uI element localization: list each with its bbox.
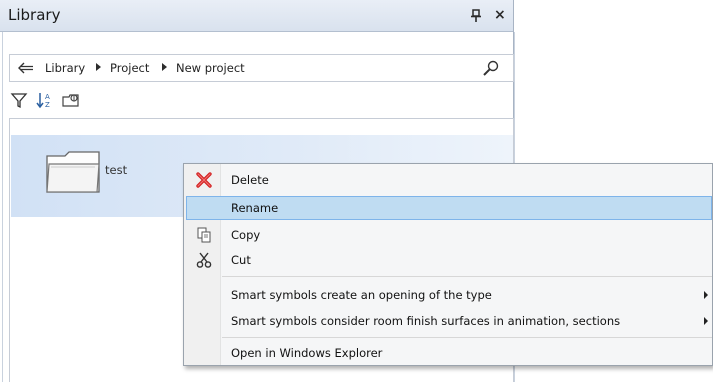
panel-title: Library <box>8 6 61 24</box>
menu-item-copy[interactable]: Copy <box>186 223 712 247</box>
menu-separator <box>222 276 712 277</box>
menu-item-label: Copy <box>231 228 261 242</box>
menu-item-label: Delete <box>231 173 269 187</box>
pin-icon[interactable] <box>470 9 482 23</box>
breadcrumb-item-new-project[interactable]: New project <box>176 61 245 75</box>
menu-separator <box>222 337 712 338</box>
menu-item-cut[interactable]: Cut <box>186 248 712 272</box>
library-toolbar: A Z <box>9 88 509 112</box>
folder-settings-icon[interactable] <box>61 90 81 110</box>
svg-text:Z: Z <box>45 101 50 109</box>
menu-item-rename[interactable]: Rename <box>186 196 712 220</box>
panel-titlebar: Library × <box>0 0 513 32</box>
back-arrow-icon[interactable] <box>18 62 34 74</box>
submenu-arrow-icon <box>704 317 708 325</box>
breadcrumb-separator-icon <box>162 63 167 71</box>
breadcrumb-item-project[interactable]: Project <box>110 61 149 75</box>
menu-item-label: Rename <box>231 201 279 215</box>
scissors-icon <box>196 252 212 268</box>
search-icon[interactable] <box>482 59 500 77</box>
submenu-arrow-icon <box>704 291 708 299</box>
menu-item-smart-symbols-room-finish[interactable]: Smart symbols consider room finish surfa… <box>186 309 712 333</box>
delete-x-icon <box>196 172 212 188</box>
menu-item-open-explorer[interactable]: Open in Windows Explorer <box>186 341 712 365</box>
menu-item-label: Smart symbols consider room finish surfa… <box>231 314 621 328</box>
svg-text:A: A <box>45 93 50 101</box>
menu-item-delete[interactable]: Delete <box>186 168 712 192</box>
folder-icon <box>46 151 100 193</box>
context-menu: Delete Rename Copy Cut Smart symbols cre… <box>183 163 713 366</box>
list-item-label: test <box>105 163 128 177</box>
breadcrumb: Library Project New project <box>9 54 514 82</box>
sort-icon[interactable]: A Z <box>35 90 55 110</box>
menu-item-smart-symbols-opening[interactable]: Smart symbols create an opening of the t… <box>186 283 712 307</box>
breadcrumb-separator-icon <box>96 63 101 71</box>
menu-item-label: Cut <box>231 253 251 267</box>
copy-icon <box>197 227 211 243</box>
filter-icon[interactable] <box>9 90 29 110</box>
menu-item-label: Open in Windows Explorer <box>231 346 383 360</box>
close-icon[interactable]: × <box>494 7 506 23</box>
menu-item-label: Smart symbols create an opening of the t… <box>231 288 492 302</box>
breadcrumb-item-library[interactable]: Library <box>45 61 85 75</box>
